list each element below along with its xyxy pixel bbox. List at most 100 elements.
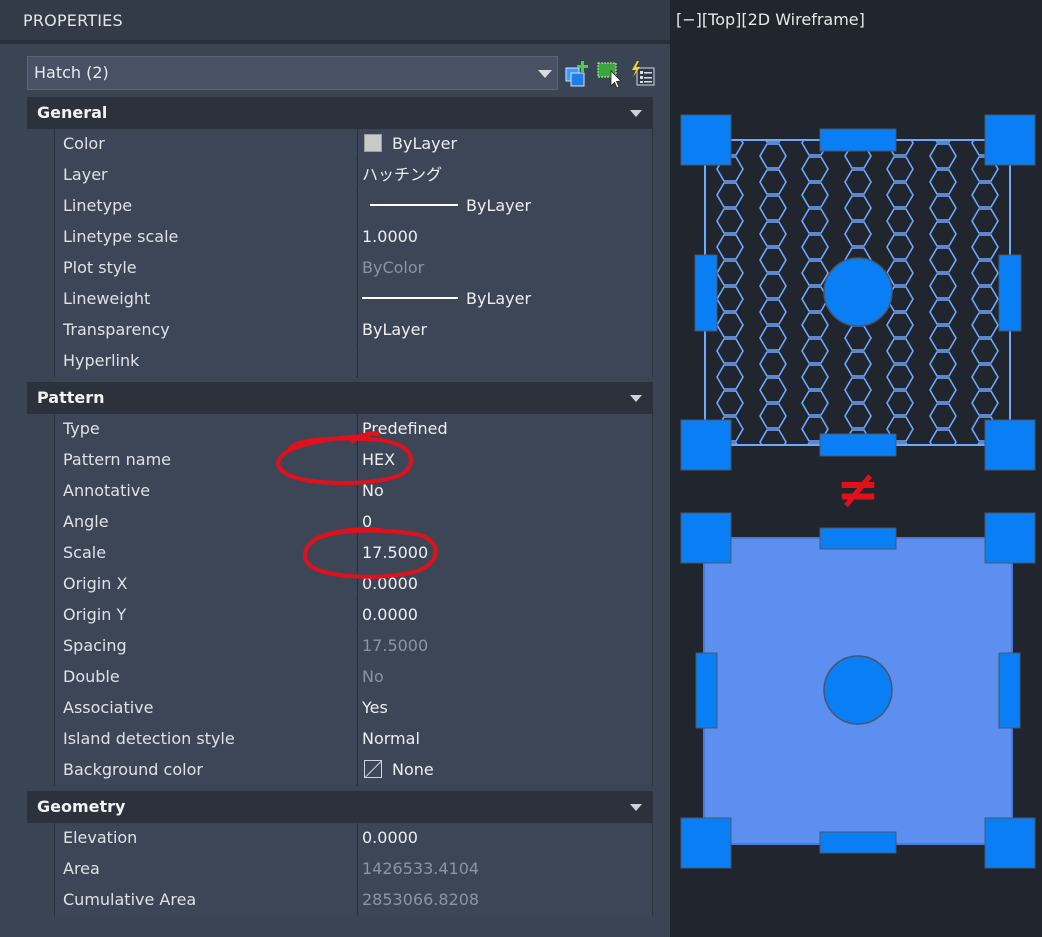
edge-grip-handle[interactable] [694, 254, 718, 332]
drawing-canvas[interactable]: ≠ [672, 0, 1042, 937]
toggle-pickadd-button[interactable] [562, 59, 592, 89]
property-row[interactable]: Linetype ByLayer [27, 191, 653, 222]
property-row[interactable]: Lineweight ByLayer [27, 284, 653, 315]
quick-select-icon [632, 61, 655, 86]
corner-grip-handle[interactable] [680, 512, 732, 564]
select-objects-button[interactable] [595, 59, 625, 89]
section-pattern-header[interactable]: Pattern [27, 382, 653, 414]
property-name: Associative [54, 693, 356, 724]
object-type-dropdown[interactable]: Hatch (2) [27, 56, 558, 90]
property-row[interactable]: Pattern name HEX [27, 445, 653, 476]
edge-grip-handle[interactable] [819, 831, 897, 854]
property-value: ByLayer [466, 196, 532, 215]
property-row[interactable]: Scale 17.5000 [27, 538, 653, 569]
property-value[interactable]: Predefined [357, 414, 653, 445]
property-value: 17.5000 [357, 631, 653, 662]
corner-grip-handle[interactable] [984, 114, 1036, 166]
corner-grip-handle[interactable] [984, 817, 1036, 869]
property-name: Transparency [54, 315, 356, 346]
property-row[interactable]: Area 1426533.4104 [27, 854, 653, 885]
corner-grip-handle[interactable] [984, 419, 1036, 471]
no-color-swatch-icon [364, 760, 382, 778]
collapse-arrow-icon[interactable] [630, 395, 642, 402]
property-name: Linetype [54, 191, 356, 222]
property-value[interactable] [357, 346, 653, 377]
property-row[interactable]: Cumulative Area 2853066.8208 [27, 885, 653, 916]
pattern-name-value[interactable]: HEX [357, 445, 653, 476]
background-color-value[interactable]: None [357, 755, 653, 786]
corner-grip-handle[interactable] [680, 114, 732, 166]
property-row[interactable]: Spacing 17.5000 [27, 631, 653, 662]
property-value: 2853066.8208 [357, 885, 653, 916]
property-value[interactable]: Normal [357, 724, 653, 755]
toggle-pickadd-icon [565, 61, 588, 87]
edge-grip-handle[interactable] [819, 433, 897, 457]
property-row[interactable]: Color ByLayer [27, 129, 653, 160]
property-row[interactable]: Layer ハッチング [27, 160, 653, 191]
property-name: Origin X [54, 569, 356, 600]
section-pattern-title: Pattern [37, 388, 105, 407]
lineweight-value[interactable]: ByLayer [357, 284, 653, 315]
property-row[interactable]: Elevation 0.0000 [27, 823, 653, 854]
linetype-value[interactable]: ByLayer [357, 191, 653, 222]
color-value[interactable]: ByLayer [357, 129, 653, 160]
edge-grip-handle[interactable] [998, 652, 1021, 729]
hex-hatch-object[interactable] [680, 114, 1036, 471]
property-name: Island detection style [54, 724, 356, 755]
section-geometry-header[interactable]: Geometry [27, 791, 653, 823]
property-name: Spacing [54, 631, 356, 662]
property-value: No [357, 662, 653, 693]
property-name: Double [54, 662, 356, 693]
edge-grip-handle[interactable] [695, 652, 718, 729]
property-value[interactable]: 0 [357, 507, 653, 538]
property-value[interactable]: ByLayer [357, 315, 653, 346]
property-name: Angle [54, 507, 356, 538]
property-row[interactable]: Double No [27, 662, 653, 693]
property-value[interactable]: ハッチング [357, 160, 653, 191]
corner-grip-handle[interactable] [984, 512, 1036, 564]
chevron-down-icon[interactable] [538, 70, 552, 78]
property-row[interactable]: Island detection style Normal [27, 724, 653, 755]
corner-grip-handle[interactable] [680, 817, 732, 869]
property-name: Annotative [54, 476, 356, 507]
section-general-header[interactable]: General [27, 97, 653, 129]
center-grip-handle[interactable] [823, 257, 893, 327]
property-value[interactable]: Yes [357, 693, 653, 724]
property-value[interactable]: No [357, 476, 653, 507]
property-row[interactable]: Plot style ByColor [27, 253, 653, 284]
property-value: None [392, 760, 434, 779]
drawing-viewport[interactable]: [−][Top][2D Wireframe] ≠ [672, 0, 1042, 937]
property-row[interactable]: Type Predefined [27, 414, 653, 445]
scale-value[interactable]: 17.5000 [357, 538, 653, 569]
quick-select-button[interactable] [628, 59, 658, 89]
collapse-arrow-icon[interactable] [630, 804, 642, 811]
property-value: ByLayer [392, 134, 458, 153]
property-row[interactable]: Annotative No [27, 476, 653, 507]
property-row[interactable]: Associative Yes [27, 693, 653, 724]
property-row[interactable]: Angle 0 [27, 507, 653, 538]
property-value[interactable]: 1.0000 [357, 222, 653, 253]
property-value[interactable]: 0.0000 [357, 569, 653, 600]
lineweight-sample-icon [362, 297, 458, 299]
property-row[interactable]: Hyperlink [27, 346, 653, 377]
edge-grip-handle[interactable] [998, 254, 1022, 332]
edge-grip-handle[interactable] [819, 527, 897, 550]
property-row[interactable]: Origin Y 0.0000 [27, 600, 653, 631]
property-value[interactable]: 0.0000 [357, 823, 653, 854]
center-grip-handle[interactable] [823, 655, 893, 725]
property-name: Background color [54, 755, 356, 786]
palette-title: PROPERTIES [0, 0, 670, 40]
collapse-arrow-icon[interactable] [630, 110, 642, 117]
property-row[interactable]: Origin X 0.0000 [27, 569, 653, 600]
property-row[interactable]: Background color None [27, 755, 653, 786]
property-name: Scale [54, 538, 356, 569]
property-row[interactable]: Linetype scale 1.0000 [27, 222, 653, 253]
solid-hatch-object[interactable] [680, 512, 1036, 869]
edge-grip-handle[interactable] [819, 128, 897, 152]
corner-grip-handle[interactable] [680, 419, 732, 471]
property-name: Origin Y [54, 600, 356, 631]
property-row[interactable]: Transparency ByLayer [27, 315, 653, 346]
property-value[interactable]: 0.0000 [357, 600, 653, 631]
color-swatch-icon [364, 134, 382, 152]
property-name: Elevation [54, 823, 356, 854]
